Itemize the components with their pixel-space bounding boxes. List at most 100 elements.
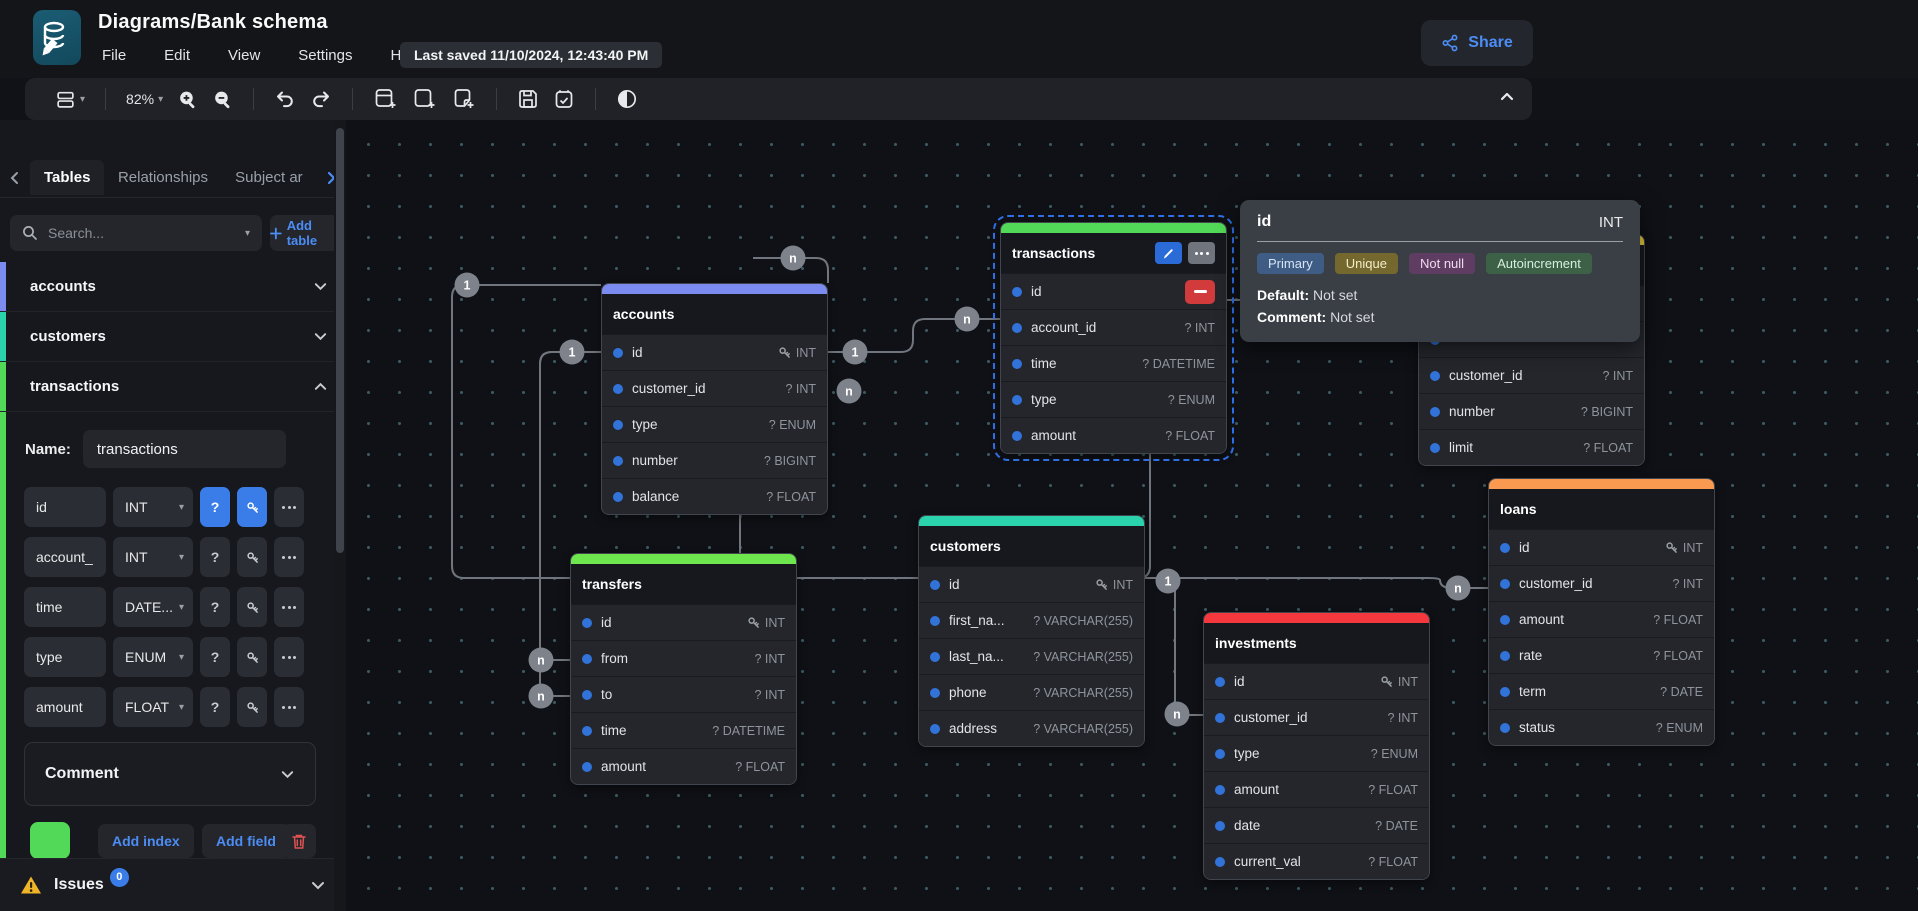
nullable-toggle-button[interactable]: ? (200, 487, 230, 527)
zoom-in-icon[interactable] (177, 89, 198, 110)
diagram-canvas[interactable]: 1 n n 1 n 1 n 1 n 1 n (346, 120, 1918, 911)
add-index-button[interactable]: Add index (98, 824, 194, 858)
remove-field-button[interactable] (1185, 280, 1215, 304)
table-name-input[interactable]: transactions (83, 430, 286, 468)
field-name-input[interactable]: amount (24, 687, 106, 727)
field-type-select[interactable]: INT▾ (113, 537, 193, 577)
save-icon[interactable] (517, 88, 539, 110)
table-field-row-date[interactable]: date? DATE (1204, 808, 1429, 843)
relationship-line[interactable] (1138, 578, 1203, 715)
menu-item-edit[interactable]: Edit (160, 44, 194, 67)
menu-item-file[interactable]: File (98, 44, 130, 67)
primary-key-button[interactable] (237, 637, 267, 677)
app-logo[interactable] (33, 10, 81, 65)
zoom-level-dropdown[interactable]: 82% ▾ (126, 91, 163, 107)
diagram-table-accounts[interactable]: accounts id INT customer_id? INT type? E… (601, 283, 828, 515)
nullable-toggle-button[interactable]: ? (200, 687, 230, 727)
table-field-row-limit[interactable]: limit? FLOAT (1419, 430, 1644, 465)
table-field-row-balance[interactable]: balance? FLOAT (602, 479, 827, 514)
todo-icon[interactable] (553, 88, 575, 110)
table-field-row-id[interactable]: id (1001, 274, 1226, 309)
table-field-row-customer_id[interactable]: customer_id? INT (1204, 700, 1429, 735)
menu-item-view[interactable]: View (224, 44, 264, 67)
zoom-out-icon[interactable] (212, 89, 233, 110)
table-field-row-time[interactable]: time? DATETIME (1001, 346, 1226, 381)
sidebar-table-item-customers[interactable]: customers (0, 312, 346, 362)
redo-icon[interactable] (310, 89, 332, 109)
table-field-row-id[interactable]: id INT (1489, 530, 1714, 565)
undo-icon[interactable] (274, 89, 296, 109)
tab-relationships[interactable]: Relationships (104, 160, 221, 195)
table-field-row-first_na...[interactable]: first_na...? VARCHAR(255) (919, 603, 1144, 638)
diagram-table-investments[interactable]: investments id INT customer_id? INT type… (1203, 612, 1430, 880)
table-field-row-amount[interactable]: amount? FLOAT (1001, 418, 1226, 453)
table-field-row-type[interactable]: type? ENUM (602, 407, 827, 442)
field-more-button[interactable] (274, 487, 304, 527)
tabs-scroll-left-icon[interactable] (0, 171, 30, 185)
relationship-line[interactable] (828, 319, 1000, 352)
field-name-input[interactable]: type (24, 637, 106, 677)
nullable-toggle-button[interactable]: ? (200, 537, 230, 577)
table-field-row-customer_id[interactable]: customer_id? INT (1419, 358, 1644, 393)
tab-subject-areas[interactable]: Subject ar (221, 160, 316, 195)
scrollbar-thumb[interactable] (336, 128, 344, 553)
field-name-input[interactable]: id (24, 487, 106, 527)
sidebar-scrollbar[interactable] (334, 120, 346, 911)
add-table-icon[interactable] (373, 87, 398, 111)
table-color-swatch[interactable] (30, 822, 70, 859)
table-field-row-id[interactable]: id INT (919, 567, 1144, 602)
table-field-row-time[interactable]: time? DATETIME (571, 713, 796, 748)
table-field-row-type[interactable]: type? ENUM (1001, 382, 1226, 417)
relationship-line[interactable] (1138, 578, 1488, 588)
field-type-select[interactable]: FLOAT▾ (113, 687, 193, 727)
primary-key-button[interactable] (237, 687, 267, 727)
table-field-row-phone[interactable]: phone? VARCHAR(255) (919, 675, 1144, 710)
diagram-table-loans[interactable]: loans id INT customer_id? INT amount? FL… (1488, 478, 1715, 746)
field-type-select[interactable]: DATE...▾ (113, 587, 193, 627)
table-field-row-number[interactable]: number? BIGINT (1419, 394, 1644, 429)
delete-table-button[interactable] (282, 824, 316, 858)
edit-table-button[interactable] (1155, 242, 1182, 264)
field-type-select[interactable]: ENUM▾ (113, 637, 193, 677)
diagram-table-customers[interactable]: customers id INT first_na...? VARCHAR(25… (918, 515, 1145, 747)
primary-key-button[interactable] (237, 587, 267, 627)
table-field-row-last_na...[interactable]: last_na...? VARCHAR(255) (919, 639, 1144, 674)
table-field-row-customer_id[interactable]: customer_id? INT (1489, 566, 1714, 601)
add-table-button[interactable]: Add table (270, 215, 340, 251)
menu-item-settings[interactable]: Settings (294, 44, 356, 67)
theme-contrast-icon[interactable] (616, 88, 638, 110)
sidebar-table-item-transactions[interactable]: transactions (0, 362, 346, 412)
field-more-button[interactable] (274, 537, 304, 577)
diagram-table-transfers[interactable]: transfers id INT from? INT to? INT time?… (570, 553, 797, 785)
table-field-row-address[interactable]: address? VARCHAR(255) (919, 711, 1144, 746)
collapse-toolbar-icon[interactable] (1498, 88, 1516, 106)
table-field-row-customer_id[interactable]: customer_id? INT (602, 371, 827, 406)
table-field-row-from[interactable]: from? INT (571, 641, 796, 676)
table-field-row-amount[interactable]: amount? FLOAT (1489, 602, 1714, 637)
share-button[interactable]: Share (1421, 20, 1533, 66)
table-field-row-amount[interactable]: amount? FLOAT (571, 749, 796, 784)
nullable-toggle-button[interactable]: ? (200, 587, 230, 627)
table-field-row-id[interactable]: id INT (571, 605, 796, 640)
issues-chevron-icon[interactable] (310, 877, 326, 893)
table-field-row-rate[interactable]: rate? FLOAT (1489, 638, 1714, 673)
field-type-select[interactable]: INT▾ (113, 487, 193, 527)
comment-section[interactable]: Comment (24, 742, 316, 806)
tab-tables[interactable]: Tables (30, 160, 104, 195)
add-area-icon[interactable] (412, 87, 437, 111)
table-field-row-number[interactable]: number? BIGINT (602, 443, 827, 478)
table-field-row-id[interactable]: id INT (602, 335, 827, 370)
table-field-row-current_val[interactable]: current_val? FLOAT (1204, 844, 1429, 879)
field-name-input[interactable]: time (24, 587, 106, 627)
nullable-toggle-button[interactable]: ? (200, 637, 230, 677)
primary-key-button[interactable] (237, 537, 267, 577)
table-field-row-to[interactable]: to? INT (571, 677, 796, 712)
field-more-button[interactable] (274, 587, 304, 627)
table-field-row-amount[interactable]: amount? FLOAT (1204, 772, 1429, 807)
layout-picker-icon[interactable]: ▾ (55, 89, 85, 110)
table-field-row-status[interactable]: status? ENUM (1489, 710, 1714, 745)
sidebar-table-item-accounts[interactable]: accounts (0, 262, 346, 312)
search-input[interactable]: Search... ▾ (10, 215, 262, 251)
table-field-row-type[interactable]: type? ENUM (1204, 736, 1429, 771)
issues-bar[interactable]: Issues 0 (0, 858, 346, 911)
